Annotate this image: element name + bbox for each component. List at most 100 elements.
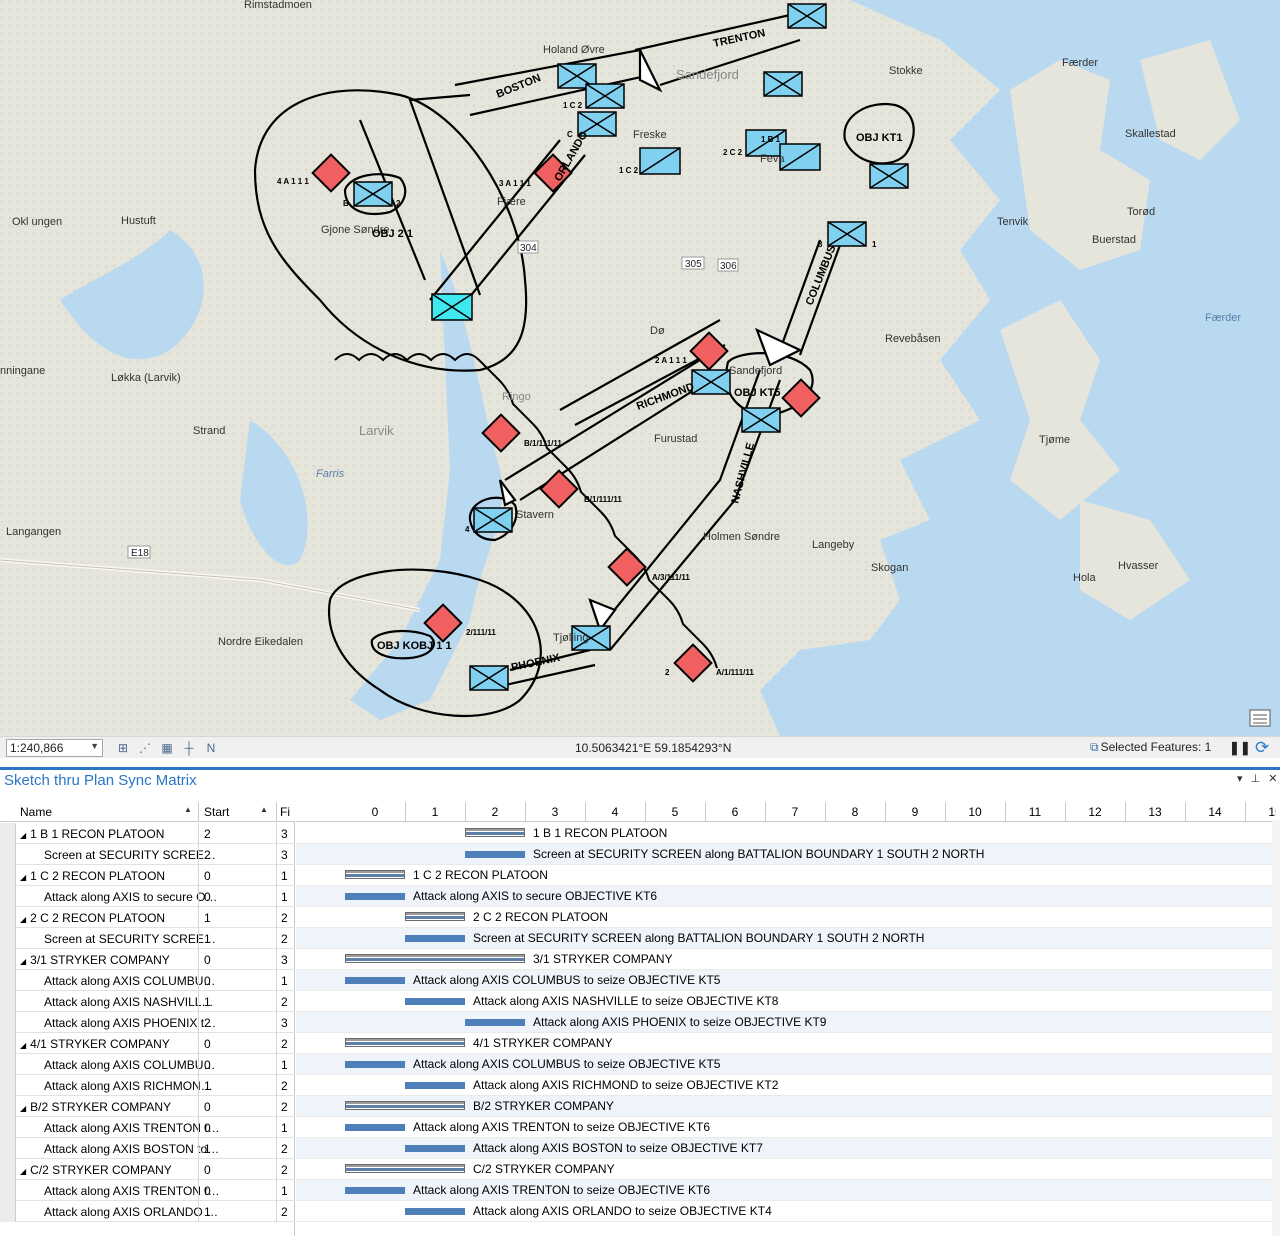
sort-asc-icon[interactable]: ▲ [184,805,192,814]
collapse-icon[interactable]: ◢ [20,957,26,966]
collapse-icon[interactable]: ◢ [20,915,26,924]
task-bar[interactable] [405,998,465,1005]
group-name: ◢ 1 C 2 RECON PLATOON [20,869,166,883]
row-gutter[interactable] [0,1096,16,1117]
row-gutter[interactable] [0,949,16,970]
task-bar[interactable] [405,1145,465,1152]
row-gutter[interactable] [0,823,16,844]
gantt-row: Attack along AXIS RICHMOND to seize OBJE… [296,1075,1276,1096]
row-gutter[interactable] [0,1159,16,1180]
summary-bar[interactable] [345,1101,465,1110]
task-bar[interactable] [405,935,465,942]
row-gutter[interactable] [0,928,16,949]
task-bar[interactable] [465,851,525,858]
group-row[interactable]: ◢ 3/1 STRYKER COMPANY 0 3 [0,949,295,970]
snapping-icon[interactable]: ⊞ [115,740,131,756]
row-gutter[interactable] [0,907,16,928]
task-row[interactable]: Attack along AXIS NASHVILLE to seize OBJ… [0,991,295,1012]
task-row[interactable]: Attack along AXIS RICHMOND to seize OBJE… [0,1075,295,1096]
row-gutter[interactable] [0,1012,16,1033]
gantt-row: C/2 STRYKER COMPANY [296,1159,1276,1180]
column-header-start[interactable]: Start [204,805,229,819]
group-row[interactable]: ◢ B/2 STRYKER COMPANY 0 2 [0,1096,295,1117]
row-gutter[interactable] [0,1117,16,1138]
summary-bar[interactable] [465,828,525,837]
column-header-finish[interactable]: Fi [280,805,290,819]
table-icon[interactable] [1249,709,1271,727]
group-row[interactable]: ◢ 1 B 1 RECON PLATOON 2 3 [0,823,295,844]
vertical-scrollbar[interactable] [1272,820,1280,1236]
map-view[interactable]: Rimstadmoen Holand Øvre Sandefjord Stokk… [0,0,1280,736]
row-gutter[interactable] [0,1180,16,1201]
group-row[interactable]: ◢ C/2 STRYKER COMPANY 0 2 [0,1159,295,1180]
summary-bar[interactable] [345,1038,465,1047]
task-bar[interactable] [345,893,405,900]
collapse-icon[interactable]: ◢ [20,1041,26,1050]
grid-snap-icon[interactable]: ⋰ [137,740,153,756]
row-gutter[interactable] [0,1054,16,1075]
refresh-icon[interactable]: ⟳ [1255,738,1269,758]
collapse-icon[interactable]: ◢ [20,1104,26,1113]
task-bar[interactable] [465,1019,525,1026]
group-row[interactable]: ◢ 1 C 2 RECON PLATOON 0 1 [0,865,295,886]
task-row[interactable]: Attack along AXIS BOSTON to seize OBJECT… [0,1138,295,1159]
start-value: 0 [204,1058,211,1072]
task-bar[interactable] [345,1187,405,1194]
map-canvas[interactable]: Rimstadmoen Holand Øvre Sandefjord Stokk… [0,0,1280,736]
pin-icon[interactable]: ⊥ [1251,773,1261,785]
task-row[interactable]: Screen at SECURITY SCREEN along BATTALIO… [0,844,295,865]
start-value: 1 [204,1079,211,1093]
collapse-icon[interactable]: ◢ [20,831,26,840]
objective-label: OBJ KT5 [734,387,780,399]
task-row[interactable]: Attack along AXIS COLUMBUS to seize OBJE… [0,1054,295,1075]
gantt-row: Attack along AXIS PHOENIX to seize OBJEC… [296,1012,1276,1033]
svg-text:1 C 2: 1 C 2 [563,101,583,110]
group-row[interactable]: ◢ 4/1 STRYKER COMPANY 0 2 [0,1033,295,1054]
summary-bar[interactable] [345,954,525,963]
start-value: 1 [204,995,211,1009]
row-gutter[interactable] [0,886,16,907]
task-row[interactable]: Attack along AXIS to secure OBJECTIVE KT… [0,886,295,907]
task-row[interactable]: Attack along AXIS COLUMBUS to seize OBJE… [0,970,295,991]
task-row[interactable]: Attack along AXIS TRENTON to seize OBJEC… [0,1117,295,1138]
row-gutter[interactable] [0,1033,16,1054]
selected-features-button[interactable]: ⧉ Selected Features: 1 [1090,740,1211,755]
summary-bar[interactable] [405,912,465,921]
collapse-icon[interactable]: ◢ [20,1167,26,1176]
task-name: Attack along AXIS RICHMOND to seize OBJE… [44,1079,220,1093]
close-icon[interactable]: ✕ [1268,773,1277,785]
grid-icon[interactable]: ▦ [159,740,175,756]
place-label: Stokke [889,65,923,77]
task-row[interactable]: Attack along AXIS ORLANDO to seize OBJEC… [0,1201,295,1222]
scale-dropdown[interactable]: 1:240,866 ▼ [6,739,103,757]
finish-value: 2 [281,1205,288,1219]
summary-bar[interactable] [345,1164,465,1173]
task-bar[interactable] [345,1124,405,1131]
sort-asc-icon[interactable]: ▲ [260,805,268,814]
task-bar[interactable] [345,977,405,984]
task-row[interactable]: Attack along AXIS PHOENIX to seize OBJEC… [0,1012,295,1033]
row-gutter[interactable] [0,970,16,991]
task-bar[interactable] [345,1061,405,1068]
pause-icon[interactable]: ❚❚ [1229,740,1251,756]
row-gutter[interactable] [0,844,16,865]
column-header-name[interactable]: Name [20,805,52,819]
task-bar[interactable] [405,1082,465,1089]
task-bar[interactable] [405,1208,465,1215]
summary-bar[interactable] [345,870,405,879]
group-row[interactable]: ◢ 2 C 2 RECON PLATOON 1 2 [0,907,295,928]
collapse-icon[interactable]: ◢ [20,873,26,882]
task-row[interactable]: Attack along AXIS TRENTON to seize OBJEC… [0,1180,295,1201]
north-arrow-icon[interactable]: N [203,740,219,756]
crosshair-icon[interactable]: ┼ [181,740,197,756]
row-gutter[interactable] [0,991,16,1012]
timeline-tick: 10 [968,805,982,819]
row-gutter[interactable] [0,865,16,886]
row-gutter[interactable] [0,1138,16,1159]
start-value: 0 [204,1163,211,1177]
task-row[interactable]: Screen at SECURITY SCREEN along BATTALIO… [0,928,295,949]
row-gutter[interactable] [0,1201,16,1222]
bar-label: B/2 STRYKER COMPANY [473,1099,614,1113]
row-gutter[interactable] [0,1075,16,1096]
pane-options-icon[interactable]: ▾ [1237,773,1243,785]
